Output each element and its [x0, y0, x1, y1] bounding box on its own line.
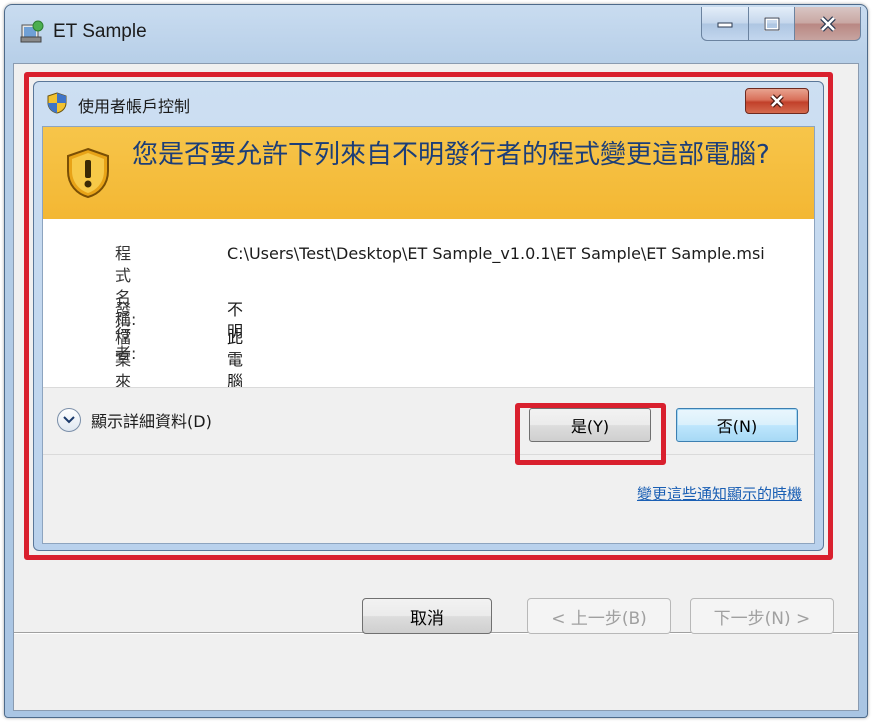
show-details-toggle[interactable]: 顯示詳細資料(D) — [57, 408, 212, 432]
uac-footer: 變更這些通知顯示的時機 — [43, 455, 814, 543]
program-info: 程式名稱: C:\Users\Test\Desktop\ET Sample_v1… — [43, 219, 814, 479]
program-name-value: C:\Users\Test\Desktop\ET Sample_v1.0.1\E… — [227, 244, 765, 263]
yes-button[interactable]: 是(Y) — [529, 408, 651, 442]
change-notification-link[interactable]: 變更這些通知顯示的時機 — [637, 483, 802, 504]
uac-shield-icon — [46, 92, 68, 114]
back-button[interactable]: < 上一步(B) — [527, 598, 671, 634]
close-button[interactable] — [795, 7, 861, 41]
uac-client-area: 您是否要允許下列來自不明發行者的程式變更這部電腦? 程式名稱: C:\Users… — [42, 126, 815, 544]
close-icon — [819, 15, 836, 32]
minimize-icon — [717, 22, 733, 27]
uac-action-bar: 顯示詳細資料(D) 是(Y) 否(N) — [43, 387, 814, 455]
maximize-button[interactable] — [749, 7, 795, 41]
maximize-icon — [763, 16, 780, 31]
close-icon — [770, 94, 784, 108]
uac-close-button[interactable] — [745, 88, 809, 114]
installer-title-bar[interactable]: ET Sample — [5, 5, 867, 63]
uac-title-bar[interactable]: 使用者帳戶控制 — [34, 82, 823, 124]
show-details-label: 顯示詳細資料(D) — [91, 412, 212, 431]
cancel-button[interactable]: 取消 — [362, 598, 492, 634]
installer-title: ET Sample — [53, 21, 147, 42]
next-button[interactable]: 下一步(N) > — [690, 598, 834, 634]
no-button[interactable]: 否(N) — [676, 408, 798, 442]
warning-shield-icon — [65, 147, 111, 199]
uac-question-text: 您是否要允許下列來自不明發行者的程式變更這部電腦? — [132, 140, 770, 170]
chevron-down-icon — [57, 408, 81, 432]
uac-dialog: 使用者帳戶控制 您是否要允許下列來自不明發行者的程式變更這部電腦? 程式名稱: … — [33, 81, 824, 551]
caption-buttons — [701, 7, 861, 41]
installer-icon — [19, 19, 45, 45]
uac-warning-banner: 您是否要允許下列來自不明發行者的程式變更這部電腦? — [43, 127, 814, 219]
minimize-button[interactable] — [701, 7, 749, 41]
uac-title: 使用者帳戶控制 — [78, 97, 191, 116]
